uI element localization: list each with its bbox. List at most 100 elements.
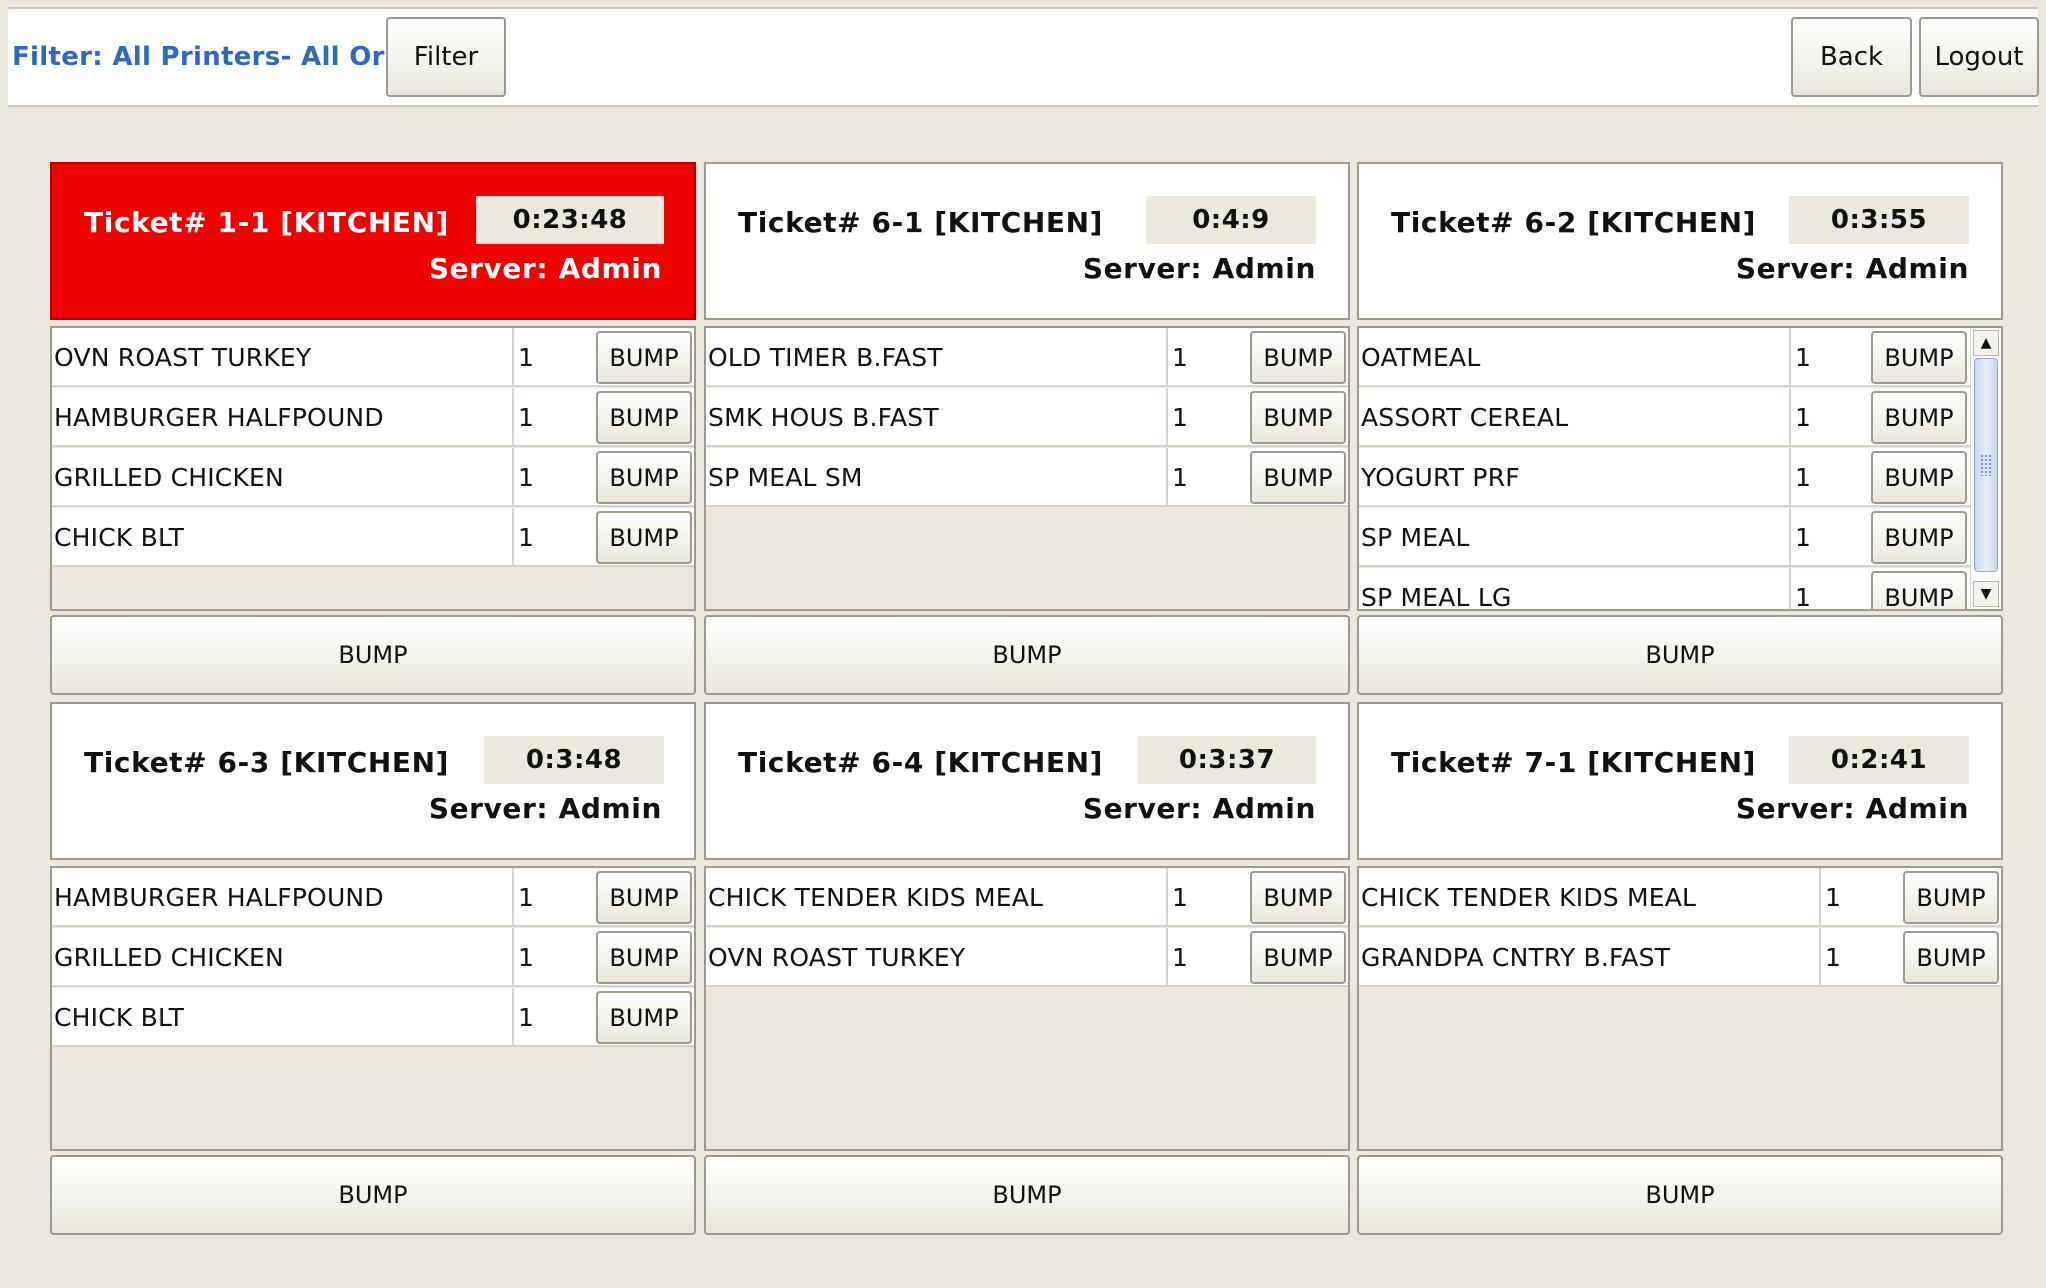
ticket-bump-button[interactable]: BUMP — [50, 1155, 696, 1235]
ticket-item-row: SP MEAL 1 BUMP — [1359, 508, 1971, 567]
item-name: GRILLED CHICKEN — [54, 943, 284, 972]
ticket-card: Ticket# 6-3 [KITCHEN] 0:3:48 Server: Adm… — [50, 702, 696, 1235]
ticket-header: Ticket# 6-4 [KITCHEN] 0:3:37 Server: Adm… — [704, 702, 1350, 860]
item-bump-button[interactable]: BUMP — [596, 511, 692, 564]
ticket-server: Server: Admin — [1735, 792, 1969, 825]
ticket-items-list: OLD TIMER B.FAST 1 BUMP SMK HOUS B.FAST … — [704, 326, 1350, 611]
filter-button[interactable]: Filter — [386, 17, 506, 97]
item-quantity: 1 — [518, 943, 534, 972]
item-name: CHICK BLT — [54, 1003, 185, 1032]
item-name: HAMBURGER HALFPOUND — [54, 883, 384, 912]
ticket-item-row: GRILLED CHICKEN 1 BUMP — [52, 448, 694, 507]
item-bump-button[interactable]: BUMP — [1903, 931, 1999, 984]
ticket-header: Ticket# 6-2 [KITCHEN] 0:3:55 Server: Adm… — [1357, 162, 2003, 320]
ticket-title: Ticket# 6-3 [KITCHEN] — [84, 746, 450, 779]
item-name: GRANDPA CNTRY B.FAST — [1361, 943, 1671, 972]
items-scrollbar[interactable]: ▲ ▼ — [1970, 328, 2001, 609]
item-bump-button[interactable]: BUMP — [1250, 331, 1346, 384]
ticket-bump-button[interactable]: BUMP — [1357, 1155, 2003, 1235]
item-name: OATMEAL — [1361, 343, 1481, 372]
item-quantity: 1 — [1795, 523, 1811, 552]
item-name: CHICK TENDER KIDS MEAL — [1361, 883, 1697, 912]
item-bump-button[interactable]: BUMP — [596, 931, 692, 984]
logout-button[interactable]: Logout — [1919, 17, 2039, 97]
ticket-bump-button[interactable]: BUMP — [1357, 615, 2003, 695]
item-bump-button[interactable]: BUMP — [1871, 571, 1967, 609]
ticket-timer: 0:2:41 — [1789, 736, 1969, 784]
item-quantity: 1 — [1795, 343, 1811, 372]
ticket-item-row: CHICK TENDER KIDS MEAL 1 BUMP — [706, 868, 1348, 927]
ticket-timer: 0:3:48 — [484, 736, 664, 784]
ticket-bump-button[interactable]: BUMP — [704, 1155, 1350, 1235]
ticket-bump-button[interactable]: BUMP — [704, 615, 1350, 695]
ticket-items-list: OVN ROAST TURKEY 1 BUMP HAMBURGER HALFPO… — [50, 326, 696, 611]
ticket-item-row: YOGURT PRF 1 BUMP — [1359, 448, 1971, 507]
ticket-header: Ticket# 1-1 [KITCHEN] 0:23:48 Server: Ad… — [50, 162, 696, 320]
item-name: SMK HOUS B.FAST — [708, 403, 939, 432]
item-bump-button[interactable]: BUMP — [1871, 451, 1967, 504]
item-name: OLD TIMER B.FAST — [708, 343, 943, 372]
item-quantity: 1 — [518, 883, 534, 912]
scrollbar-thumb[interactable] — [1974, 358, 1998, 572]
item-bump-button[interactable]: BUMP — [596, 451, 692, 504]
item-bump-button[interactable]: BUMP — [596, 991, 692, 1044]
ticket-title: Ticket# 6-4 [KITCHEN] — [738, 746, 1104, 779]
ticket-item-row: SMK HOUS B.FAST 1 BUMP — [706, 388, 1348, 447]
item-bump-button[interactable]: BUMP — [1250, 451, 1346, 504]
ticket-timer: 0:23:48 — [476, 196, 664, 244]
item-bump-button[interactable]: BUMP — [1871, 511, 1967, 564]
item-bump-button[interactable]: BUMP — [1871, 391, 1967, 444]
ticket-header: Ticket# 6-3 [KITCHEN] 0:3:48 Server: Adm… — [50, 702, 696, 860]
ticket-item-row: SP MEAL SM 1 BUMP — [706, 448, 1348, 507]
scroll-down-arrow-icon[interactable]: ▼ — [1973, 581, 1999, 607]
ticket-title: Ticket# 6-2 [KITCHEN] — [1391, 206, 1757, 239]
ticket-item-row: SP MEAL LG 1 BUMP — [1359, 568, 1971, 611]
item-bump-button[interactable]: BUMP — [596, 331, 692, 384]
item-name: CHICK BLT — [54, 523, 185, 552]
ticket-item-row: ASSORT CEREAL 1 BUMP — [1359, 388, 1971, 447]
item-bump-button[interactable]: BUMP — [596, 871, 692, 924]
item-bump-button[interactable]: BUMP — [1903, 871, 1999, 924]
item-name: SP MEAL — [1361, 523, 1470, 552]
ticket-header: Ticket# 6-1 [KITCHEN] 0:4:9 Server: Admi… — [704, 162, 1350, 320]
ticket-header: Ticket# 7-1 [KITCHEN] 0:2:41 Server: Adm… — [1357, 702, 2003, 860]
item-name: OVN ROAST TURKEY — [54, 343, 312, 372]
item-name: YOGURT PRF — [1361, 463, 1520, 492]
item-quantity: 1 — [518, 1003, 534, 1032]
item-quantity: 1 — [1825, 943, 1841, 972]
ticket-title: Ticket# 1-1 [KITCHEN] — [84, 206, 450, 239]
item-name: GRILLED CHICKEN — [54, 463, 284, 492]
item-name: HAMBURGER HALFPOUND — [54, 403, 384, 432]
ticket-server: Server: Admin — [1082, 252, 1316, 285]
ticket-item-row: HAMBURGER HALFPOUND 1 BUMP — [52, 868, 694, 927]
ticket-server: Server: Admin — [1735, 252, 1969, 285]
item-bump-button[interactable]: BUMP — [596, 391, 692, 444]
scroll-up-arrow-icon[interactable]: ▲ — [1973, 330, 1999, 356]
item-name: OVN ROAST TURKEY — [708, 943, 966, 972]
item-name: ASSORT CEREAL — [1361, 403, 1569, 432]
ticket-card: Ticket# 6-4 [KITCHEN] 0:3:37 Server: Adm… — [704, 702, 1350, 1235]
item-bump-button[interactable]: BUMP — [1871, 331, 1967, 384]
ticket-card: Ticket# 7-1 [KITCHEN] 0:2:41 Server: Adm… — [1357, 702, 2003, 1235]
ticket-items-list: CHICK TENDER KIDS MEAL 1 BUMP OVN ROAST … — [704, 866, 1350, 1151]
item-bump-button[interactable]: BUMP — [1250, 931, 1346, 984]
ticket-items-list: HAMBURGER HALFPOUND 1 BUMP GRILLED CHICK… — [50, 866, 696, 1151]
item-bump-button[interactable]: BUMP — [1250, 391, 1346, 444]
item-bump-button[interactable]: BUMP — [1250, 871, 1346, 924]
ticket-timer: 0:3:55 — [1789, 196, 1969, 244]
item-name: SP MEAL LG — [1361, 583, 1512, 611]
ticket-item-row: CHICK BLT 1 BUMP — [52, 988, 694, 1047]
grip-icon — [1980, 454, 1992, 476]
ticket-title: Ticket# 6-1 [KITCHEN] — [738, 206, 1104, 239]
ticket-server: Server: Admin — [428, 252, 662, 285]
ticket-items-list: OATMEAL 1 BUMP ASSORT CEREAL 1 BUMP YOGU… — [1357, 326, 2003, 611]
item-quantity: 1 — [518, 343, 534, 372]
ticket-item-row: OLD TIMER B.FAST 1 BUMP — [706, 328, 1348, 387]
item-quantity: 1 — [1795, 463, 1811, 492]
item-quantity: 1 — [518, 523, 534, 552]
ticket-timer: 0:3:37 — [1138, 736, 1316, 784]
ticket-server: Server: Admin — [428, 792, 662, 825]
back-button[interactable]: Back — [1791, 17, 1912, 97]
ticket-bump-button[interactable]: BUMP — [50, 615, 696, 695]
ticket-timer: 0:4:9 — [1146, 196, 1316, 244]
